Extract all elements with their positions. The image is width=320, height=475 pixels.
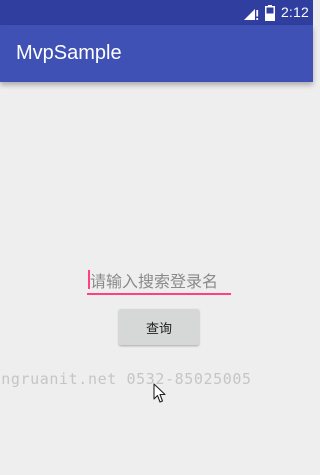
mouse-pointer-icon — [153, 383, 166, 403]
status-time: 2:12 — [280, 4, 309, 20]
status-icons: 2:12 — [243, 0, 309, 25]
search-input[interactable] — [87, 268, 231, 294]
app-bar: MvpSample — [0, 25, 313, 82]
text-cursor — [88, 270, 90, 289]
search-underline — [87, 293, 231, 295]
watermark-text: qingruanit.net 0532-85025005 — [0, 370, 252, 388]
search-field[interactable] — [87, 268, 231, 295]
app-title: MvpSample — [16, 42, 122, 64]
signal-no-data-icon — [243, 9, 259, 20]
query-button[interactable]: 查询 — [119, 309, 199, 345]
status-bar: 2:12 — [0, 0, 313, 25]
battery-icon — [264, 4, 275, 21]
